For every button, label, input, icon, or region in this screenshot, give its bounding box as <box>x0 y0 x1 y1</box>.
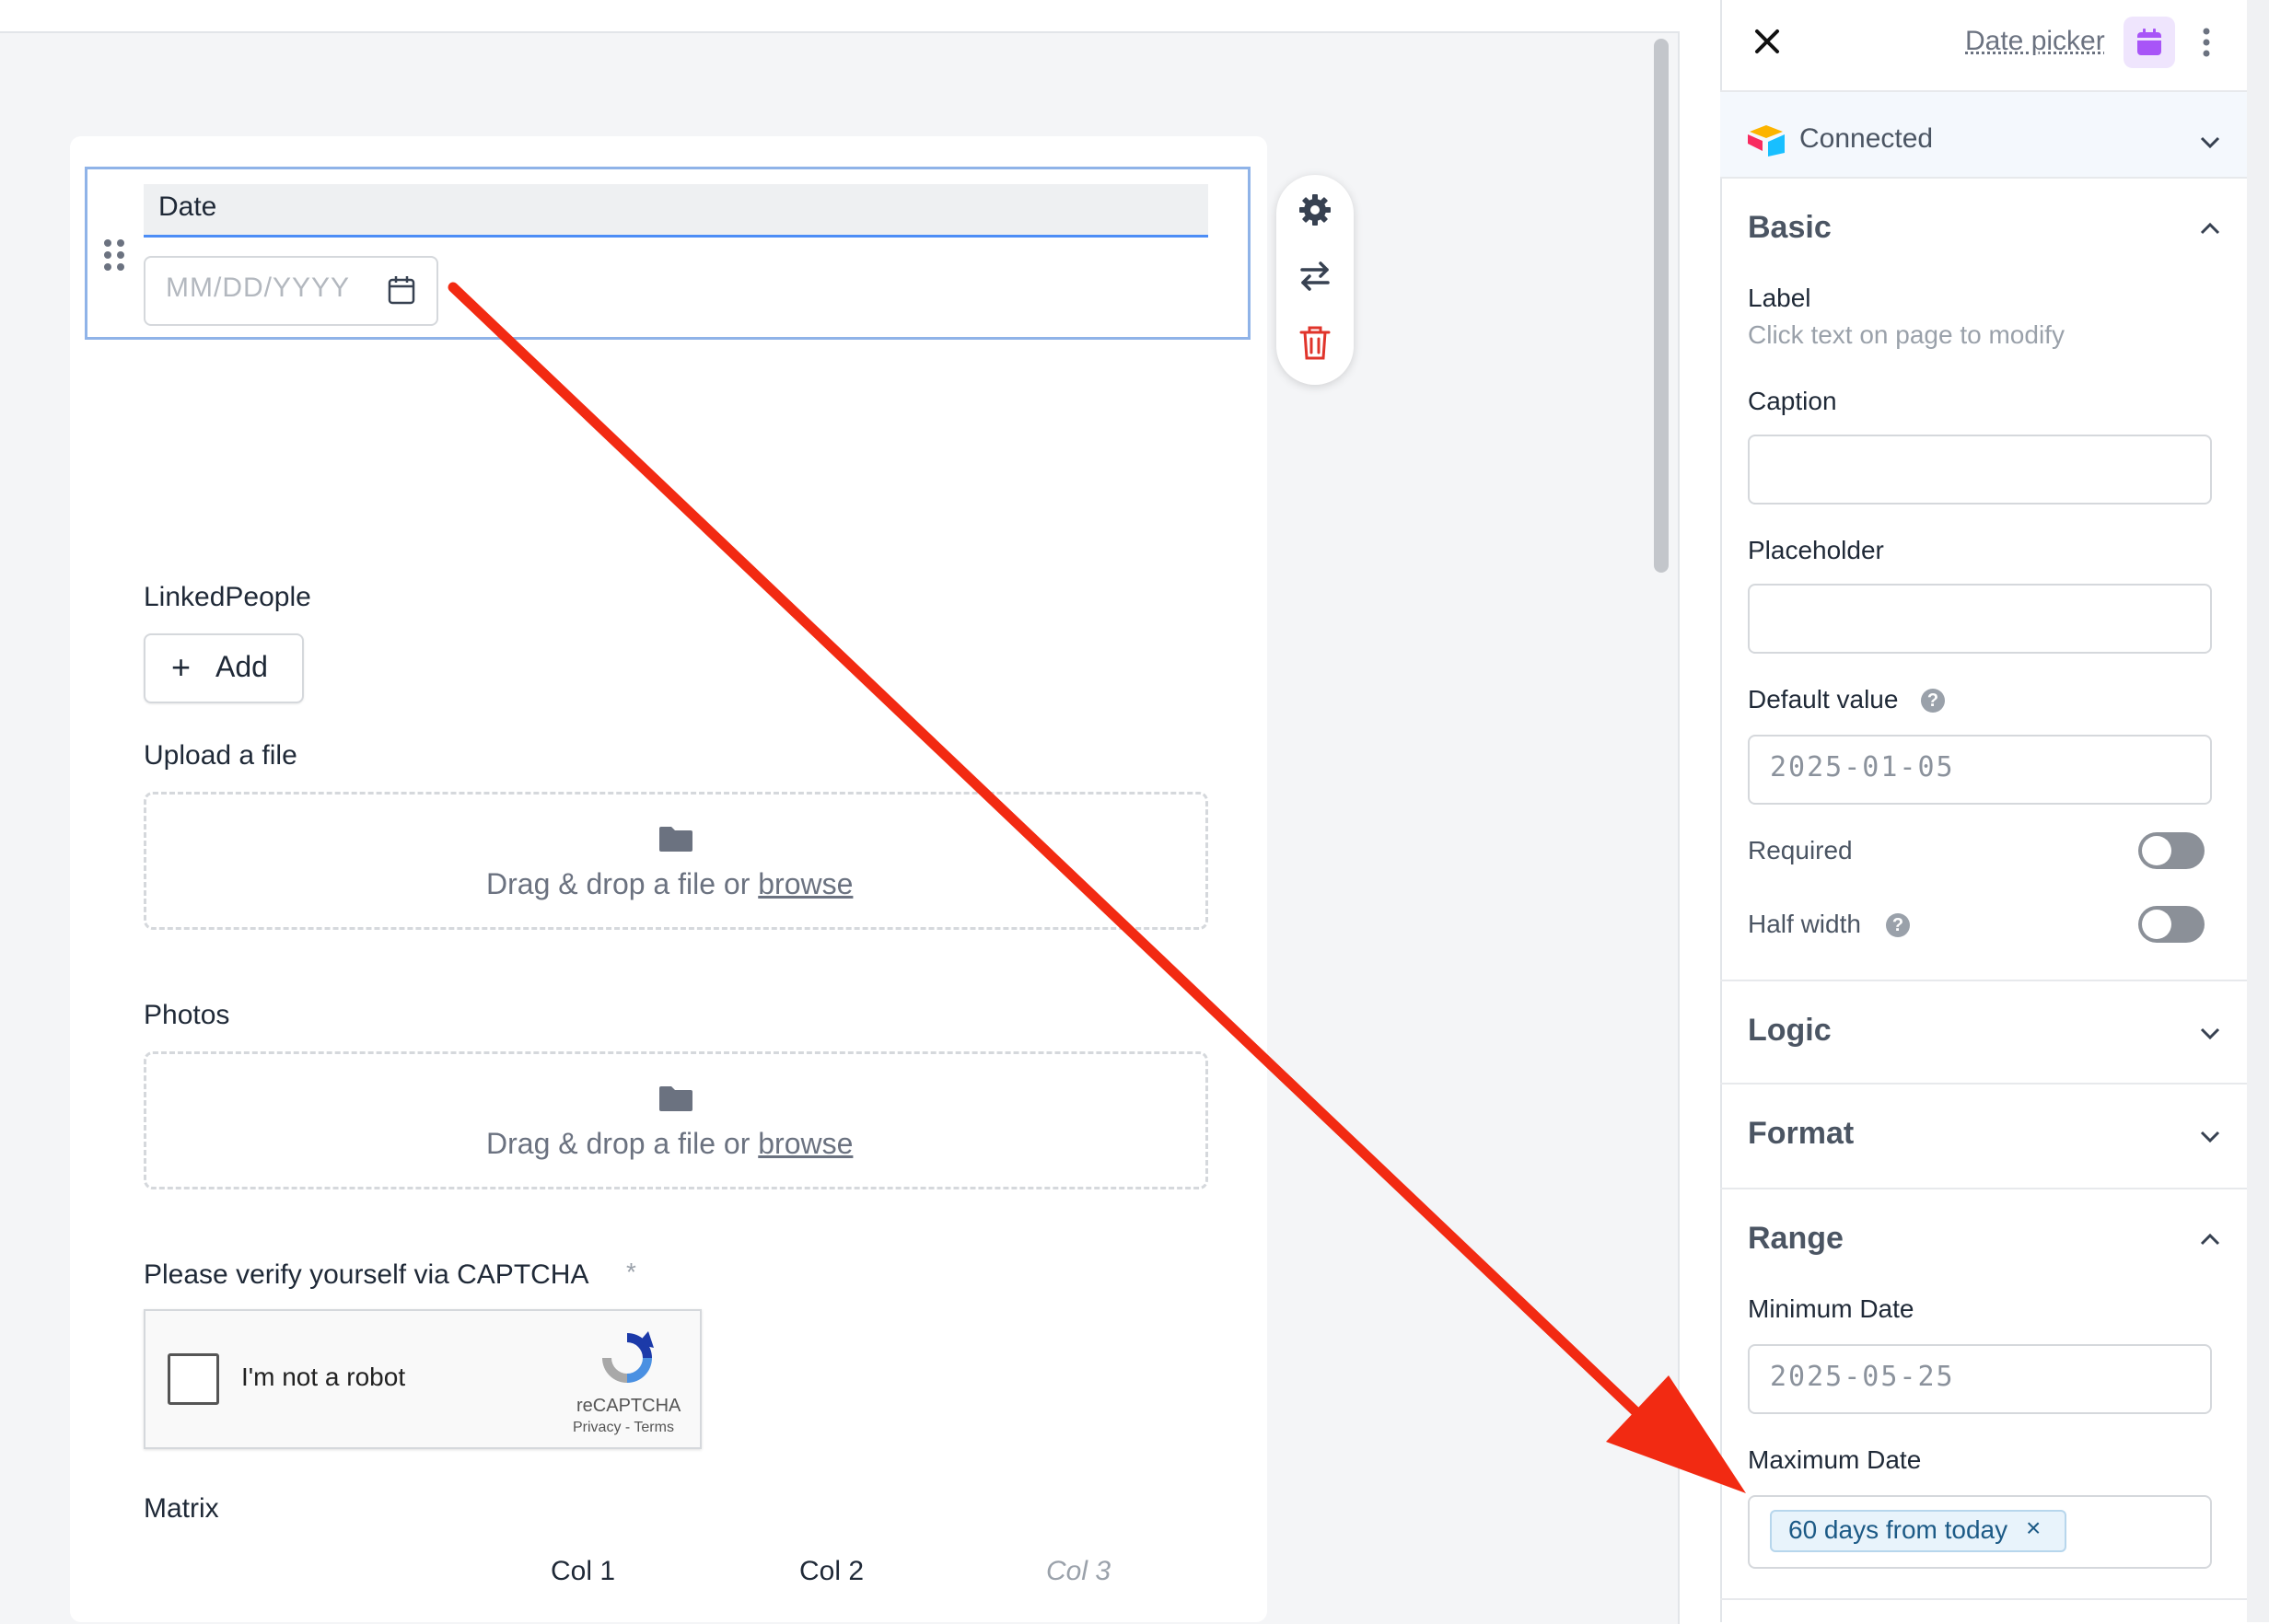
chevron-down-icon[interactable] <box>2197 133 2223 151</box>
chevron-down-icon[interactable] <box>2197 1127 2223 1145</box>
date-label-editor[interactable] <box>144 184 1208 238</box>
caption-label: Caption <box>1748 387 1837 415</box>
photos-dropzone[interactable] <box>144 1051 1208 1189</box>
captcha-checkbox[interactable] <box>168 1353 219 1405</box>
label-heading: Label <box>1748 284 1811 312</box>
gear-icon[interactable] <box>1297 191 1333 228</box>
matrix-label: Matrix <box>144 1493 219 1524</box>
divider <box>1720 1188 2247 1189</box>
plus-icon: + <box>171 648 192 686</box>
photos-drop-text: Drag & drop a file or browse <box>486 1127 854 1160</box>
panel-scrollbar[interactable] <box>2247 0 2269 1622</box>
folder-icon <box>659 1086 692 1111</box>
minimum-date-value: 2025-05-25 <box>1770 1361 1955 1393</box>
required-asterisk: * <box>626 1258 636 1286</box>
add-button-label: Add <box>215 650 268 683</box>
close-icon[interactable] <box>1751 26 1783 57</box>
recaptcha-brand: reCAPTCHA <box>576 1396 681 1416</box>
linked-people-label: LinkedPeople <box>144 582 311 612</box>
section-basic[interactable]: Basic <box>1748 210 1832 246</box>
connection-status: Connected <box>1799 123 1934 154</box>
captcha-label: Please verify yourself via CAPTCHA <box>144 1259 589 1290</box>
matrix-column-3[interactable]: Col 3 <box>1046 1556 1111 1587</box>
placeholder-input[interactable] <box>1748 584 2212 654</box>
required-toggle[interactable] <box>2138 832 2205 869</box>
recaptcha-privacy-terms-links[interactable]: Privacy - Terms <box>573 1420 674 1436</box>
required-label: Required <box>1748 836 1853 864</box>
more-options-icon[interactable] <box>2201 26 2212 59</box>
remove-tag-icon[interactable]: × <box>2026 1514 2041 1543</box>
date-input-placeholder: MM/DD/YYYY <box>166 273 351 303</box>
canvas-scrollbar[interactable] <box>1654 39 1669 573</box>
chevron-up-icon[interactable] <box>2197 1230 2223 1248</box>
recaptcha-logo-icon <box>602 1331 654 1383</box>
matrix-column-1[interactable]: Col 1 <box>551 1556 615 1587</box>
upload-drop-text: Drag & drop a file or browse <box>486 867 854 900</box>
maximum-date-tag-label: 60 days from today <box>1788 1515 2008 1544</box>
section-range[interactable]: Range <box>1748 1221 1844 1257</box>
default-value-text: 2025-01-05 <box>1770 751 1955 783</box>
caption-input[interactable] <box>1748 435 2212 505</box>
folder-icon <box>659 827 692 852</box>
maximum-date-label: Maximum Date <box>1748 1445 1922 1474</box>
upload-browse-link[interactable]: browse <box>758 867 853 900</box>
default-value-label: Default value <box>1748 685 1899 713</box>
trash-icon[interactable] <box>1298 324 1332 361</box>
photos-label: Photos <box>144 1000 230 1030</box>
placeholder-label: Placeholder <box>1748 536 1884 564</box>
photos-browse-link[interactable]: browse <box>758 1127 853 1160</box>
upload-dropzone[interactable] <box>144 792 1208 930</box>
airtable-logo-icon <box>1748 125 1785 157</box>
half-width-label: Half width <box>1748 910 1861 938</box>
chevron-up-icon[interactable] <box>2197 219 2223 238</box>
help-icon[interactable]: ? <box>1886 913 1910 937</box>
upload-file-label: Upload a file <box>144 740 297 771</box>
help-icon[interactable]: ? <box>1921 689 1945 713</box>
drag-handle-icon[interactable] <box>101 238 127 273</box>
calendar-icon <box>2137 29 2161 55</box>
captcha-checkbox-label: I'm not a robot <box>241 1363 406 1391</box>
swap-icon[interactable] <box>1297 258 1333 295</box>
minimum-date-label: Minimum Date <box>1748 1294 1914 1323</box>
date-field-label[interactable]: Date <box>158 191 216 223</box>
chevron-down-icon[interactable] <box>2197 1024 2223 1042</box>
calendar-icon[interactable] <box>387 274 416 306</box>
panel-title[interactable]: Date picker <box>1965 26 2105 57</box>
section-logic[interactable]: Logic <box>1748 1013 1832 1049</box>
divider <box>1720 980 2247 981</box>
matrix-column-2[interactable]: Col 2 <box>799 1556 864 1587</box>
section-format[interactable]: Format <box>1748 1116 1854 1152</box>
divider <box>1720 177 2247 179</box>
half-width-toggle[interactable] <box>2138 906 2205 943</box>
divider <box>1720 1083 2247 1085</box>
divider <box>1720 1598 2247 1600</box>
label-hint: Click text on page to modify <box>1748 320 2065 349</box>
